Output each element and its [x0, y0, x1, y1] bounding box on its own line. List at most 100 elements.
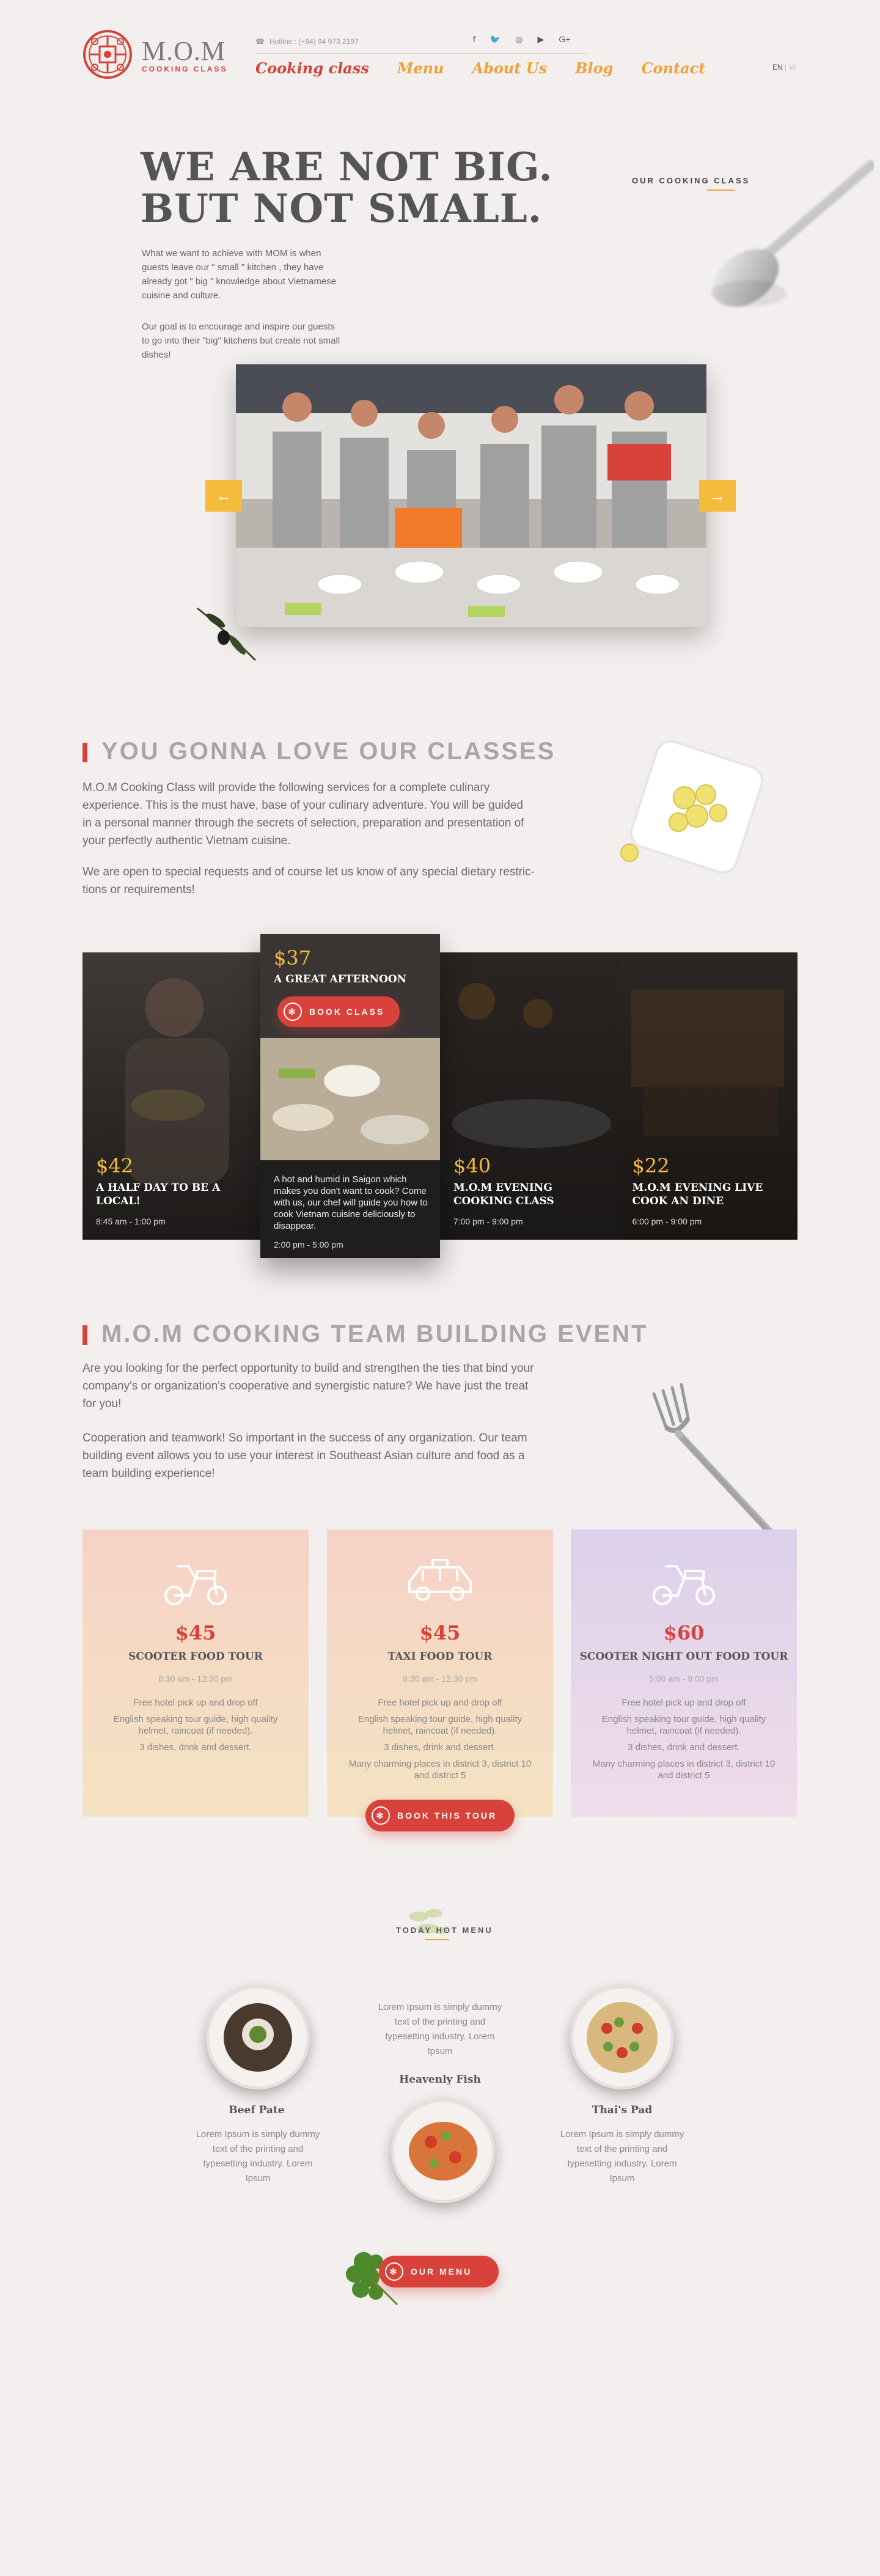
team-title: M.O.M COOKING TEAM BUILDING EVENT — [101, 1320, 648, 1347]
hero-paragraph-2: Our goal is to encourage and inspire our… — [142, 322, 340, 360]
lang-en[interactable]: EN — [772, 63, 783, 72]
class-title: M.O.M EVENING COOKING CLASS — [453, 1182, 554, 1207]
dish-icon: ✻ — [385, 2262, 403, 2281]
tour-card-night[interactable]: $60 SCOOTER NIGHT OUT FOOD TOUR 5:00 am … — [571, 1529, 797, 1817]
scooter-icon — [164, 1565, 227, 1605]
dish-description: Lorem Ipsum is simply dummy text of the … — [560, 2129, 684, 2184]
class-title: A GREAT AFTERNOON — [274, 973, 407, 985]
tour-name: SCOOTER NIGHT OUT FOOD TOUR — [579, 1650, 788, 1663]
dish-name[interactable]: Beef Pate — [165, 2104, 348, 2116]
tour-price: $45 — [175, 1621, 216, 1644]
lang-separator: | — [782, 63, 789, 72]
dish-name[interactable]: Thai's Pad — [530, 2104, 714, 2116]
nav-menu[interactable]: Menu — [397, 59, 444, 77]
tour-detail-line: English speaking tour guide, high qualit… — [113, 1714, 278, 1736]
today-menu-underline — [425, 1939, 449, 1940]
language-switch: EN | VI — [772, 63, 796, 72]
our-menu-label: OUR MENU — [411, 2267, 472, 2276]
dish-beef-pate-image[interactable] — [206, 1985, 310, 2089]
class-price: $42 — [96, 1154, 134, 1177]
team-title-bar — [82, 1325, 87, 1345]
header-divider — [255, 53, 588, 54]
slider-prev-button[interactable]: ← — [205, 480, 242, 512]
herb-icon — [409, 1909, 447, 1934]
dish-name[interactable]: Heavenly Fish — [348, 2074, 532, 2086]
tour-detail-line: 3 dishes, drink and dessert. — [384, 1742, 496, 1753]
dish-thai-pad-image[interactable] — [570, 1985, 674, 2089]
social-links: f 🐦 ◎ ▶ G+ — [473, 34, 570, 45]
tour-card-taxi[interactable]: $45 TAXI FOOD TOUR 8:30 am - 12:30 pm Fr… — [327, 1529, 553, 1817]
class-price: $37 — [274, 946, 312, 970]
facebook-icon[interactable]: f — [473, 34, 475, 45]
our-cooking-class-underline — [707, 190, 735, 191]
hero-paragraph-1: What we want to achieve with MOM is when… — [142, 248, 337, 301]
classes-paragraph-2: We are open to special requests and of c… — [82, 866, 535, 896]
class-card-evening[interactable]: $40 M.O.M EVENING COOKING CLASS 7:00 pm … — [440, 952, 619, 1240]
tour-details: Free hotel pick up and drop off English … — [589, 1697, 779, 1786]
logo-icon[interactable] — [82, 29, 133, 79]
twitter-icon[interactable]: 🐦 — [490, 34, 501, 45]
class-photo — [236, 364, 706, 627]
hero-title-line2: BUT NOT SMALL. — [141, 186, 542, 232]
tour-name: SCOOTER FOOD TOUR — [128, 1650, 263, 1663]
tour-detail-line: Free hotel pick up and drop off — [622, 1698, 746, 1708]
google-plus-icon[interactable]: G+ — [559, 34, 570, 45]
olive-branch-illustration — [197, 607, 257, 661]
tour-detail-line: 3 dishes, drink and dessert. — [139, 1742, 252, 1753]
class-time: 7:00 pm - 9:00 pm — [453, 1216, 523, 1226]
youtube-icon[interactable]: ▶ — [538, 34, 544, 45]
dish-icon: ✻ — [284, 1003, 302, 1021]
class-time: 8:45 am - 1:00 pm — [96, 1216, 166, 1226]
our-menu-button[interactable]: ✻ OUR MENU — [379, 2256, 499, 2287]
taxi-icon — [408, 1559, 472, 1601]
slider-next-button[interactable]: → — [699, 480, 736, 512]
book-class-label: BOOK CLASS — [309, 1007, 385, 1017]
tour-details: Free hotel pick up and drop off English … — [345, 1697, 535, 1786]
class-description: A hot and humid in Saigon which makes yo… — [274, 1174, 428, 1231]
tour-detail-line: Many charming places in district 3, dist… — [348, 1759, 532, 1781]
instagram-icon[interactable]: ◎ — [515, 34, 522, 45]
tour-price: $45 — [419, 1621, 461, 1644]
class-time: 6:00 pm - 9:00 pm — [632, 1216, 702, 1226]
tour-card-scooter[interactable]: $45 SCOOTER FOOD TOUR 8:30 am - 12:30 pm… — [82, 1529, 309, 1817]
tour-detail-line: Free hotel pick up and drop off — [133, 1698, 258, 1708]
class-price: $22 — [632, 1154, 670, 1177]
nav-cooking-class[interactable]: Cooking class — [255, 59, 369, 77]
tour-detail-line: Many charming places in district 3, dist… — [592, 1759, 776, 1781]
class-panels: $42 A HALF DAY TO BE A LOCAL! 8:45 am - … — [82, 952, 798, 1240]
class-title: A HALF DAY TO BE A LOCAL! — [96, 1182, 221, 1207]
dish-heavenly-fish-image[interactable] — [391, 2099, 495, 2203]
nav-blog[interactable]: Blog — [575, 59, 613, 77]
hotline-text: Hotline : (+84) 94 973 2197 — [269, 37, 359, 46]
hero-title-line1: WE ARE NOT BIG. — [141, 144, 553, 190]
book-class-button[interactable]: ✻ BOOK CLASS — [277, 996, 400, 1027]
classes-title-bar — [82, 743, 87, 762]
main-nav: Cooking class Menu About Us Blog Contact — [255, 59, 705, 77]
hero-title: WE ARE NOT BIG. BUT NOT SMALL. — [141, 147, 553, 230]
pasta-plate-illustration — [620, 740, 764, 874]
class-title: M.O.M EVENING LIVE COOK AN DINE — [632, 1182, 763, 1207]
tour-time: 8:30 am - 12:30 pm — [158, 1674, 233, 1684]
book-tour-button[interactable]: ✻ BOOK THIS TOUR — [365, 1800, 515, 1831]
nav-contact[interactable]: Contact — [641, 59, 705, 77]
hotline[interactable]: ☎ Hotline : (+84) 94 973 2197 — [255, 37, 359, 46]
scooter-icon — [653, 1565, 715, 1605]
dish-description: Lorem Ipsum is simply dummy text of the … — [196, 2129, 320, 2184]
logo-subtitle: COOKING CLASS — [142, 65, 228, 73]
class-card-live-cook[interactable]: $22 M.O.M EVENING LIVE COOK AN DINE 6:00… — [618, 952, 798, 1240]
logo-title[interactable]: M.O.M — [142, 35, 226, 67]
tour-time: 8:30 am - 12:30 pm — [403, 1674, 477, 1684]
lang-vi[interactable]: VI — [788, 63, 795, 72]
dish-description: Lorem Ipsum is simply dummy text of the … — [378, 2002, 502, 2056]
hero-slider[interactable] — [236, 364, 706, 627]
class-card-half-day[interactable]: $42 A HALF DAY TO BE A LOCAL! 8:45 am - … — [82, 952, 262, 1240]
tour-detail-line: 3 dishes, drink and dessert. — [628, 1742, 740, 1753]
nav-about-us[interactable]: About Us — [472, 59, 548, 77]
our-cooking-class-label[interactable]: OUR COOKING CLASS — [632, 176, 750, 185]
tour-detail-line: English speaking tour guide, high qualit… — [358, 1714, 522, 1736]
phone-icon: ☎ — [255, 37, 265, 46]
fork-illustration — [652, 1383, 784, 1548]
class-card-afternoon[interactable]: $37 A GREAT AFTERNOON ✻ BOOK CLASS A hot… — [260, 934, 440, 1258]
class-price: $40 — [453, 1154, 491, 1177]
tour-details: Free hotel pick up and drop off English … — [101, 1697, 290, 1758]
